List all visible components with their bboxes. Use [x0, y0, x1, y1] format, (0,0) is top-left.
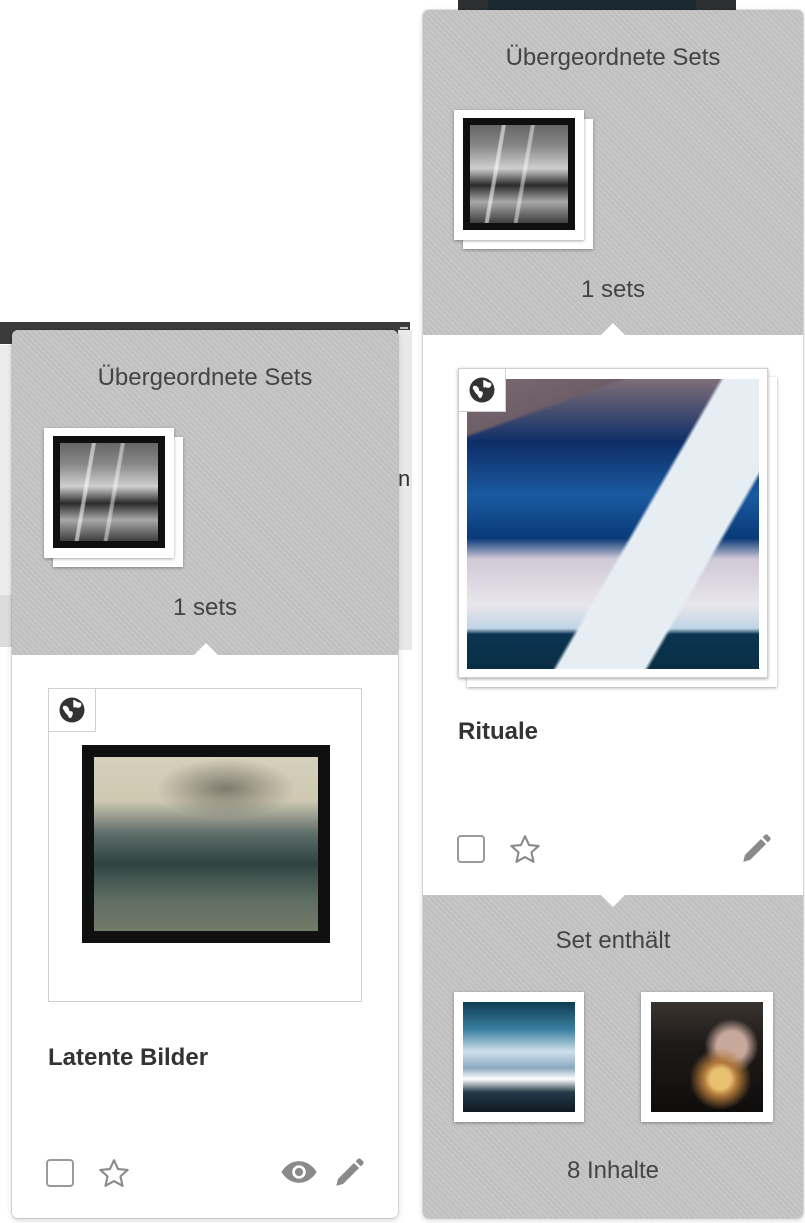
select-checkbox[interactable] [46, 1159, 74, 1187]
set-contains-section: Set enthält 8 Inhalte [423, 895, 803, 1218]
parent-sets-section: Übergeordnete Sets 1 sets [423, 10, 803, 335]
contents-count: 8 Inhalte [566, 1157, 660, 1184]
section-pointer [601, 895, 625, 907]
section-pointer [601, 323, 625, 335]
set-title[interactable]: Latente Bilder [48, 1044, 208, 1072]
content-thumbnail[interactable] [641, 992, 773, 1122]
set-contains-title: Set enthält [555, 927, 671, 954]
background-text-fragment: n [398, 466, 411, 491]
select-checkbox[interactable] [457, 835, 485, 863]
set-cover-thumbnail[interactable] [48, 688, 362, 1002]
parent-set-thumbnail[interactable] [454, 110, 594, 250]
parent-sets-count: 1 sets [580, 276, 646, 303]
globe-icon [59, 697, 85, 723]
set-popover-left: Übergeordnete Sets 1 sets Latente Bilder [12, 330, 398, 1218]
set-popover-right: Übergeordnete Sets 1 sets Rituale Set en… [423, 10, 803, 1218]
parent-sets-title: Übergeordnete Sets [97, 364, 313, 391]
public-badge [49, 689, 96, 732]
section-pointer [194, 643, 218, 655]
star-icon[interactable] [96, 1156, 132, 1192]
eye-icon[interactable] [280, 1158, 318, 1186]
globe-icon [469, 377, 495, 403]
parent-sets-section: Übergeordnete Sets 1 sets [12, 330, 398, 655]
pencil-icon[interactable] [739, 832, 773, 866]
set-cover-thumbnail[interactable] [458, 368, 783, 693]
background-edge-left [0, 345, 12, 647]
pencil-icon[interactable] [332, 1156, 366, 1190]
parent-set-thumbnail[interactable] [44, 428, 184, 568]
star-icon[interactable] [507, 832, 543, 868]
parent-sets-title: Übergeordnete Sets [505, 44, 721, 71]
content-thumbnail[interactable] [454, 992, 584, 1122]
set-title[interactable]: Rituale [458, 718, 538, 746]
public-badge [459, 369, 506, 412]
parent-sets-count: 1 sets [172, 594, 238, 621]
